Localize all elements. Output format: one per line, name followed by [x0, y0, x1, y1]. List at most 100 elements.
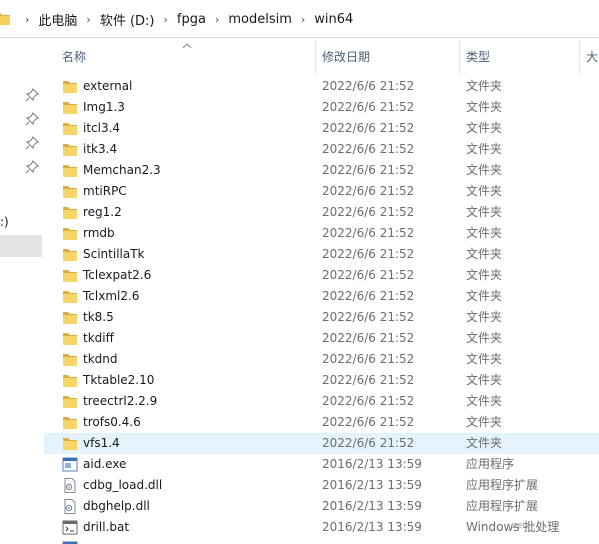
- folder-icon: [62, 436, 78, 451]
- folder-icon: [62, 226, 78, 241]
- file-type: 文件夹: [466, 163, 503, 177]
- address-bar[interactable]: › 此电脑 › 软件 (D:) › fpga › modelsim › win6…: [0, 0, 599, 38]
- breadcrumb-item[interactable]: 软件 (D:): [100, 10, 155, 29]
- folder-icon: [62, 100, 78, 115]
- sort-ascending-icon: [182, 43, 192, 49]
- file-row[interactable]: Memchan2.3 2022/6/6 21:52 文件夹: [44, 160, 599, 181]
- file-type: 应用程序扩展: [466, 499, 539, 513]
- file-name: mtiRPC: [83, 184, 127, 198]
- file-row[interactable]: trofs0.4.6 2022/6/6 21:52 文件夹: [44, 412, 599, 433]
- chevron-right-icon: ›: [86, 12, 91, 26]
- file-row[interactable]: cdbg_load.dll 2016/2/13 13:59 应用程序扩展: [44, 475, 599, 496]
- bat-icon: [62, 520, 78, 535]
- file-name: cdbg_load.dll: [83, 478, 163, 492]
- breadcrumb-item[interactable]: win64: [314, 12, 353, 27]
- file-name: vfs1.4: [83, 436, 120, 450]
- dll-icon: [62, 478, 78, 493]
- nav-item-drive-label[interactable]: :): [0, 215, 9, 229]
- file-name: Tclexpat2.6: [83, 268, 152, 282]
- file-row[interactable]: Tktable2.10 2022/6/6 21:52 文件夹: [44, 370, 599, 391]
- breadcrumb: › 此电脑 › 软件 (D:) › fpga › modelsim › win6…: [16, 0, 353, 38]
- file-modified-date: 2016/2/13 13:59: [322, 457, 422, 471]
- file-row[interactable]: dbghelp.dll 2016/2/13 13:59 应用程序扩展: [44, 496, 599, 517]
- file-modified-date: 2022/6/6 21:52: [322, 352, 415, 366]
- column-divider[interactable]: [579, 40, 580, 74]
- column-divider[interactable]: [315, 40, 316, 74]
- file-name: tkdiff: [83, 331, 114, 345]
- file-row[interactable]: tkdnd 2022/6/6 21:52 文件夹: [44, 349, 599, 370]
- file-type: 文件夹: [466, 226, 503, 240]
- file-type: 文件夹: [466, 205, 503, 219]
- column-header-name[interactable]: 名称: [62, 38, 86, 76]
- file-type: 文件夹: [466, 394, 503, 408]
- file-row[interactable]: itk3.4 2022/6/6 21:52 文件夹: [44, 139, 599, 160]
- chevron-right-icon: ›: [163, 12, 168, 26]
- file-type: 文件夹: [466, 436, 503, 450]
- folder-icon: [62, 184, 78, 199]
- file-type: 文件夹: [466, 331, 503, 345]
- file-type: 文件夹: [466, 289, 503, 303]
- breadcrumb-item[interactable]: fpga: [177, 12, 206, 27]
- file-row[interactable]: external 2022/6/6 21:52 文件夹: [44, 76, 599, 97]
- file-type: 文件夹: [466, 247, 503, 261]
- pin-icon[interactable]: [25, 112, 39, 126]
- file-row[interactable]: vfs1.4 2022/6/6 21:52 文件夹: [44, 433, 599, 454]
- file-modified-date: 2022/6/6 21:52: [322, 436, 415, 450]
- file-modified-date: 2022/6/6 21:52: [322, 79, 415, 93]
- file-type: 文件夹: [466, 100, 503, 114]
- file-row[interactable]: Tclxml2.6 2022/6/6 21:52 文件夹: [44, 286, 599, 307]
- file-row[interactable]: [44, 538, 599, 544]
- folder-icon: [62, 163, 78, 178]
- file-type: 文件夹: [466, 373, 503, 387]
- file-name: aid.exe: [83, 457, 127, 471]
- nav-item-selected[interactable]: [0, 235, 42, 257]
- file-type: 文件夹: [466, 121, 503, 135]
- file-row[interactable]: treectrl2.2.9 2022/6/6 21:52 文件夹: [44, 391, 599, 412]
- file-name: dbghelp.dll: [83, 499, 150, 513]
- file-modified-date: 2022/6/6 21:52: [322, 310, 415, 324]
- breadcrumb-item[interactable]: 此电脑: [38, 10, 77, 29]
- column-header-size[interactable]: 大: [586, 38, 598, 76]
- file-type: 文件夹: [466, 268, 503, 282]
- file-modified-date: 2022/6/6 21:52: [322, 184, 415, 198]
- file-list: external 2022/6/6 21:52 文件夹 Img1.3 2022/6/6 …: [44, 76, 599, 544]
- file-name: Memchan2.3: [83, 163, 161, 177]
- file-modified-date: 2022/6/6 21:52: [322, 205, 415, 219]
- watermark: zeni: [512, 521, 531, 531]
- file-row[interactable]: itcl3.4 2022/6/6 21:52 文件夹: [44, 118, 599, 139]
- file-row[interactable]: tk8.5 2022/6/6 21:52 文件夹: [44, 307, 599, 328]
- column-divider[interactable]: [459, 40, 460, 74]
- file-row[interactable]: ScintillaTk 2022/6/6 21:52 文件夹: [44, 244, 599, 265]
- file-row[interactable]: mtiRPC 2022/6/6 21:52 文件夹: [44, 181, 599, 202]
- column-header: 名称 修改日期 类型 大: [44, 38, 599, 76]
- file-row[interactable]: aid.exe 2016/2/13 13:59 应用程序: [44, 454, 599, 475]
- file-type: 应用程序扩展: [466, 478, 539, 492]
- file-row[interactable]: reg1.2 2022/6/6 21:52 文件夹: [44, 202, 599, 223]
- file-name: itk3.4: [83, 142, 118, 156]
- file-row[interactable]: Tclexpat2.6 2022/6/6 21:52 文件夹: [44, 265, 599, 286]
- file-type: 文件夹: [466, 310, 503, 324]
- file-row[interactable]: tkdiff 2022/6/6 21:52 文件夹: [44, 328, 599, 349]
- file-row[interactable]: rmdb 2022/6/6 21:52 文件夹: [44, 223, 599, 244]
- pin-icon[interactable]: [25, 88, 39, 102]
- file-modified-date: 2022/6/6 21:52: [322, 163, 415, 177]
- file-modified-date: 2022/6/6 21:52: [322, 121, 415, 135]
- file-name: reg1.2: [83, 205, 122, 219]
- file-type: 文件夹: [466, 415, 503, 429]
- file-modified-date: 2016/2/13 13:59: [322, 478, 422, 492]
- file-modified-date: 2016/2/13 13:59: [322, 520, 422, 534]
- breadcrumb-item[interactable]: modelsim: [228, 12, 292, 27]
- pin-icon[interactable]: [25, 160, 39, 174]
- column-header-type[interactable]: 类型: [466, 38, 490, 76]
- folder-icon: [62, 268, 78, 283]
- column-header-date[interactable]: 修改日期: [322, 38, 370, 76]
- folder-icon: [62, 142, 78, 157]
- file-row[interactable]: Img1.3 2022/6/6 21:52 文件夹: [44, 97, 599, 118]
- file-modified-date: 2022/6/6 21:52: [322, 100, 415, 114]
- folder-icon: [62, 79, 78, 94]
- pin-icon[interactable]: [25, 136, 39, 150]
- file-name: drill.bat: [83, 520, 130, 534]
- file-modified-date: 2022/6/6 21:52: [322, 373, 415, 387]
- exe-icon: [62, 457, 78, 472]
- folder-icon: [62, 289, 78, 304]
